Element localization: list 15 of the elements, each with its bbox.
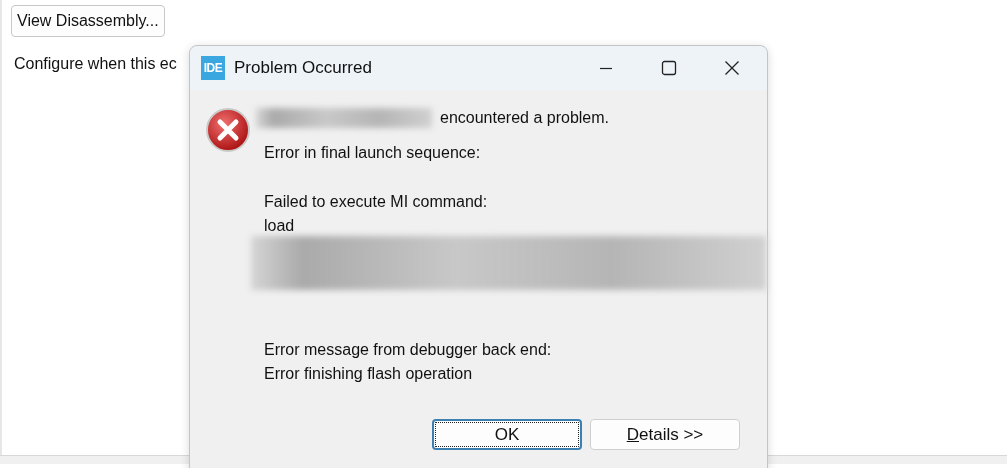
message-text: Error message from debugger back end: — [264, 340, 553, 360]
message-text: Error in final launch sequence: — [264, 143, 482, 163]
details-button[interactable]: Details >> — [590, 419, 740, 450]
app-icon: IDE — [201, 56, 225, 80]
view-disassembly-button[interactable]: View Disassembly... — [11, 5, 165, 37]
window-title: Problem Occurred — [234, 58, 372, 78]
message-text: Failed to execute MI command: — [264, 192, 489, 212]
message-text: Error finishing flash operation — [264, 364, 474, 384]
message-text: load — [264, 216, 296, 236]
description-text: Configure when this ec — [14, 55, 177, 73]
ok-button[interactable]: OK — [432, 419, 582, 450]
error-icon — [205, 107, 251, 153]
close-icon[interactable] — [724, 60, 740, 76]
maximize-icon[interactable] — [661, 60, 677, 76]
message-text: encountered a problem. — [440, 108, 609, 128]
